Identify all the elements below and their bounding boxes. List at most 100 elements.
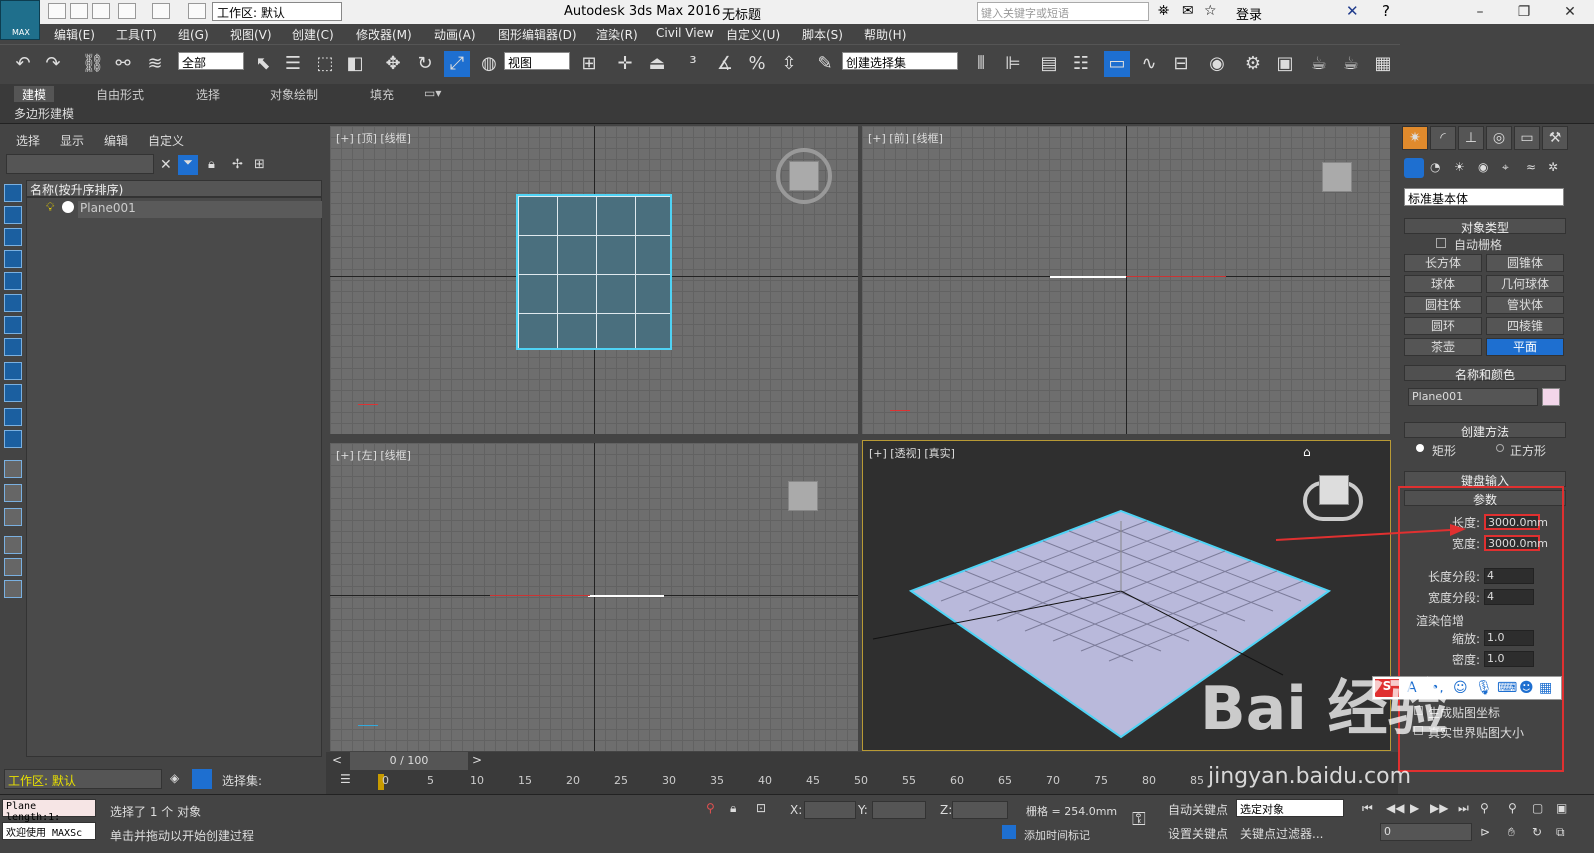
- display-all-icon[interactable]: [4, 460, 22, 478]
- pyramid-button[interactable]: 四棱锥: [1486, 317, 1564, 335]
- menu-animation[interactable]: 动画(A): [434, 26, 476, 43]
- keyboard-shortcut-icon[interactable]: ⏏: [644, 51, 670, 77]
- explorer-menu-select[interactable]: 选择: [16, 132, 40, 149]
- display-bones-icon[interactable]: [4, 362, 22, 380]
- plane-object-front[interactable]: [1050, 276, 1126, 278]
- tab-modeling[interactable]: 建模: [14, 86, 55, 103]
- curve-editor-icon[interactable]: ∿: [1136, 51, 1162, 77]
- viewport-front-label[interactable]: [+] [前] [线框]: [868, 130, 943, 146]
- material-editor-icon[interactable]: ◉: [1204, 51, 1230, 77]
- display-shapes-icon[interactable]: [4, 206, 22, 224]
- ime-keyboard-icon[interactable]: ⌨: [1497, 680, 1517, 696]
- manipulate-icon[interactable]: ✛: [612, 51, 638, 77]
- display-geometry-icon[interactable]: [4, 184, 22, 202]
- minimize-button[interactable]: –: [1458, 0, 1502, 24]
- add-icon[interactable]: ✢: [232, 157, 243, 172]
- ribbon-toggle-icon[interactable]: ▭: [1104, 51, 1130, 77]
- menu-graph-editors[interactable]: 图形编辑器(D): [498, 26, 577, 43]
- key-mode-select[interactable]: 选定对象: [1236, 799, 1344, 817]
- ime-skin-icon[interactable]: ▦: [1539, 680, 1552, 696]
- ime-emoji-icon[interactable]: ☺: [1453, 680, 1468, 696]
- viewcube-face[interactable]: [789, 161, 819, 191]
- select-object-icon[interactable]: ⬉: [250, 51, 276, 77]
- explorer-menu-display[interactable]: 显示: [60, 132, 84, 149]
- tab-freeform[interactable]: 自由形式: [96, 86, 144, 103]
- category-select[interactable]: 标准基本体: [1404, 188, 1564, 206]
- object-type-rollout[interactable]: 对象类型: [1404, 218, 1566, 235]
- close-button[interactable]: ✕: [1548, 0, 1592, 24]
- maximize-viewport-icon[interactable]: ⧉: [1556, 825, 1565, 840]
- viewcube-left[interactable]: [788, 481, 818, 511]
- display-none-icon[interactable]: [4, 484, 22, 502]
- time-slider-thumb[interactable]: 0 / 100: [350, 752, 468, 770]
- helpers-icon[interactable]: ⌖: [1502, 160, 1509, 175]
- zoom-extents-icon[interactable]: ▢: [1532, 801, 1543, 815]
- menu-customize[interactable]: 自定义(U): [726, 26, 780, 43]
- bind-space-warp-icon[interactable]: ≋: [142, 51, 168, 77]
- display-helpers-icon[interactable]: [4, 272, 22, 290]
- sphere-button[interactable]: 球体: [1404, 275, 1482, 293]
- layers-icon[interactable]: ◈: [170, 771, 179, 785]
- edit-named-selection-icon[interactable]: ✎: [812, 51, 838, 77]
- lock-icon[interactable]: 🔒︎: [208, 157, 215, 172]
- autogrid-checkbox[interactable]: [1436, 238, 1446, 248]
- menu-civil-view[interactable]: Civil View: [656, 26, 714, 40]
- explorer-workspace-select[interactable]: 工作区: 默认: [4, 769, 162, 789]
- scene-explorer-icon[interactable]: ☷: [1068, 51, 1094, 77]
- next-key-icon[interactable]: ▶▶: [1430, 801, 1448, 815]
- plane-object-left[interactable]: [588, 595, 664, 597]
- cameras-icon[interactable]: ◉: [1478, 160, 1488, 174]
- display-invert-icon[interactable]: [4, 508, 22, 526]
- viewport-front[interactable]: [+] [前] [线框]: [862, 126, 1390, 434]
- save-icon[interactable]: [92, 3, 110, 19]
- cylinder-button[interactable]: 圆柱体: [1404, 296, 1482, 314]
- set-key-button[interactable]: 设置关键点: [1168, 825, 1228, 842]
- viewcube-face[interactable]: [1319, 475, 1349, 505]
- angle-snap-icon[interactable]: ∡: [712, 51, 738, 77]
- box-button[interactable]: 长方体: [1404, 254, 1482, 272]
- login-link[interactable]: 登录: [1236, 4, 1262, 23]
- keyboard-entry-rollout[interactable]: 键盘输入: [1404, 471, 1566, 488]
- prev-key-icon[interactable]: ◀◀: [1386, 801, 1404, 815]
- maximize-button[interactable]: ❐: [1502, 0, 1546, 24]
- undo-icon[interactable]: ↶: [10, 51, 36, 77]
- display-xrefs-icon[interactable]: [4, 338, 22, 356]
- menu-tools[interactable]: 工具(T): [116, 26, 157, 43]
- shapes-icon[interactable]: ◔: [1430, 160, 1440, 174]
- layer-manager-icon[interactable]: ▤: [1036, 51, 1062, 77]
- explorer-menu-edit[interactable]: 编辑: [104, 132, 128, 149]
- x-coord-field[interactable]: [804, 801, 856, 819]
- schematic-view-icon[interactable]: ⊟: [1168, 51, 1194, 77]
- display-spacewarps-icon[interactable]: [4, 294, 22, 312]
- zoom-icon[interactable]: ⚲: [1480, 801, 1489, 815]
- tab-populate[interactable]: 填充: [370, 86, 394, 103]
- render-setup-icon[interactable]: ⚙: [1240, 51, 1266, 77]
- hierarchy-icon[interactable]: ⊞: [254, 157, 265, 172]
- menu-rendering[interactable]: 渲染(R): [596, 26, 638, 43]
- star-icon[interactable]: ☆: [1204, 3, 1217, 19]
- help-icon[interactable]: ?: [1382, 2, 1390, 20]
- cone-button[interactable]: 圆锥体: [1486, 254, 1564, 272]
- redo-icon[interactable]: ↷: [40, 51, 66, 77]
- display-hidden-icon[interactable]: [4, 430, 22, 448]
- geosphere-button[interactable]: 几何球体: [1486, 275, 1564, 293]
- name-color-rollout[interactable]: 名称和颜色: [1404, 365, 1566, 382]
- goto-end-icon[interactable]: ⏭: [1458, 801, 1469, 816]
- display-containers-icon[interactable]: [4, 384, 22, 402]
- percent-snap-icon[interactable]: %: [744, 51, 770, 77]
- menu-modifiers[interactable]: 修改器(M): [356, 26, 412, 43]
- key-icon[interactable]: ⚿: [1132, 809, 1146, 830]
- viewport-top-label[interactable]: [+] [顶] [线框]: [336, 130, 411, 146]
- abs-mode-icon[interactable]: ⊡: [756, 801, 766, 815]
- viewport-left[interactable]: [+] [左] [线框]: [330, 443, 858, 751]
- rect-selection-icon[interactable]: ⬚: [312, 51, 338, 77]
- create-tab-icon[interactable]: ✷: [1402, 126, 1428, 150]
- motion-tab-icon[interactable]: ◎: [1486, 126, 1512, 150]
- ime-user-icon[interactable]: ☻: [1519, 680, 1534, 696]
- search-input[interactable]: 键入关键字或短语: [977, 2, 1149, 21]
- scale-icon[interactable]: ⤢: [444, 51, 470, 77]
- play-icon[interactable]: ▶: [1410, 801, 1419, 815]
- scene-list-header[interactable]: 名称(按升序排序): [26, 180, 322, 197]
- current-frame-field[interactable]: 0: [1380, 823, 1472, 841]
- mirror-icon[interactable]: ⫴: [968, 51, 994, 77]
